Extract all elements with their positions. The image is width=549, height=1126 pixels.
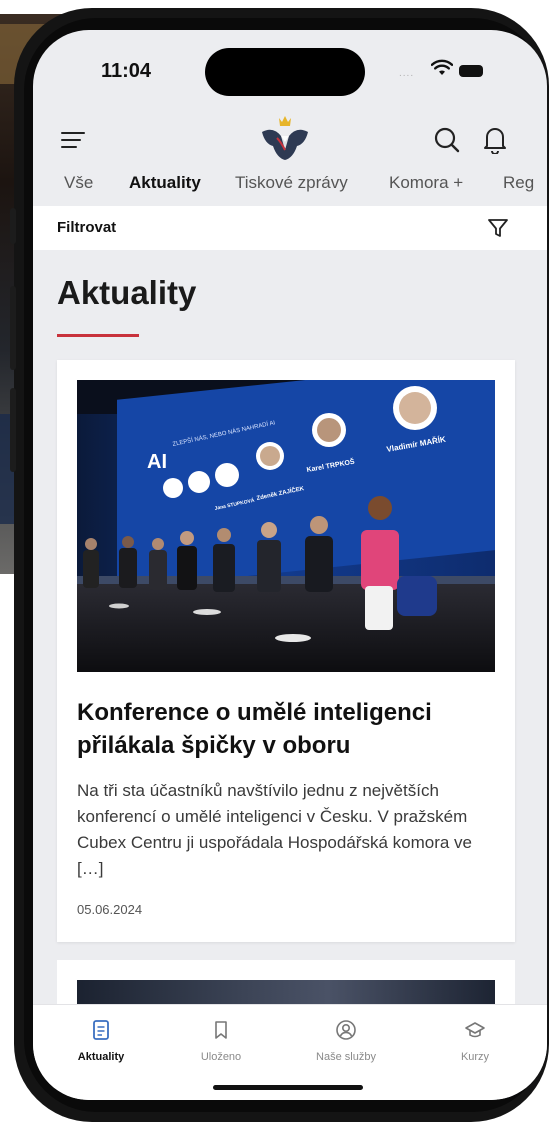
tab-aktuality[interactable]: Aktuality: [129, 173, 201, 209]
bookmark-icon: [215, 1021, 227, 1039]
article-image[interactable]: AI ZLEPŠÍ NÁS, NEBO NÁS NAHRADÍ AI Zdeně…: [77, 380, 495, 672]
page-title: Aktuality: [57, 274, 197, 311]
title-accent-rule: [57, 334, 139, 337]
article-excerpt: Na tři sta účastníků navštívilo jednu z …: [77, 781, 472, 878]
tab-regiony[interactable]: Reg: [503, 173, 534, 209]
article-date: 05.06.2024: [77, 902, 143, 917]
article-card[interactable]: AI ZLEPŠÍ NÁS, NEBO NÁS NAHRADÍ AI Zdeně…: [57, 360, 515, 942]
chamber-logo-icon[interactable]: [259, 112, 311, 164]
bell-icon[interactable]: [482, 124, 508, 154]
nav-item-aktuality[interactable]: Aktuality: [46, 1019, 156, 1063]
menu-icon[interactable]: [61, 132, 85, 150]
wifi-icon: [431, 59, 453, 75]
article-title[interactable]: Konference o umělé inteligenci přilákala…: [77, 696, 497, 762]
bottom-navigation: Aktuality Uloženo Naše služby Kurzy: [33, 1004, 547, 1100]
conference-photo: AI ZLEPŠÍ NÁS, NEBO NÁS NAHRADÍ AI Zdeně…: [77, 380, 495, 672]
nav-label-kurzy: Kurzy: [460, 1051, 490, 1063]
marketing-mockup: 11:04 .... Vše Aktuality Tiskové zprávy …: [0, 0, 549, 1126]
tab-vse[interactable]: Vše: [64, 173, 93, 209]
nav-label-aktuality: Aktuality: [77, 1051, 125, 1063]
app-screen: 11:04 .... Vše Aktuality Tiskové zprávy …: [33, 30, 547, 1100]
filter-icon[interactable]: [487, 217, 509, 239]
search-icon[interactable]: [433, 126, 461, 154]
tab-tiskove-zpravy[interactable]: Tiskové zprávy: [235, 173, 348, 209]
nav-label-nase-sluzby: Naše služby: [316, 1051, 376, 1063]
app-header: [33, 112, 547, 170]
dynamic-island: [205, 48, 365, 96]
filter-label: Filtrovat: [57, 219, 117, 236]
signal-icon: ....: [399, 68, 415, 79]
nav-item-kurzy[interactable]: Kurzy: [420, 1019, 530, 1063]
nav-item-ulozeno[interactable]: Uloženo: [166, 1019, 276, 1063]
status-time: 11:04: [101, 60, 152, 82]
tab-komora-plus[interactable]: Komora +: [389, 173, 463, 209]
nav-label-ulozeno: Uloženo: [200, 1051, 242, 1063]
home-indicator[interactable]: [213, 1085, 363, 1090]
battery-icon: [459, 65, 483, 77]
screen-title: AI: [147, 451, 167, 473]
status-bar: 11:04 ....: [33, 30, 547, 112]
user-circle-icon: [336, 1020, 356, 1040]
graduation-cap-icon: [465, 1022, 485, 1038]
filter-bar[interactable]: Filtrovat: [33, 206, 547, 250]
news-icon: [93, 1020, 109, 1040]
nav-item-nase-sluzby[interactable]: Naše služby: [291, 1019, 401, 1063]
